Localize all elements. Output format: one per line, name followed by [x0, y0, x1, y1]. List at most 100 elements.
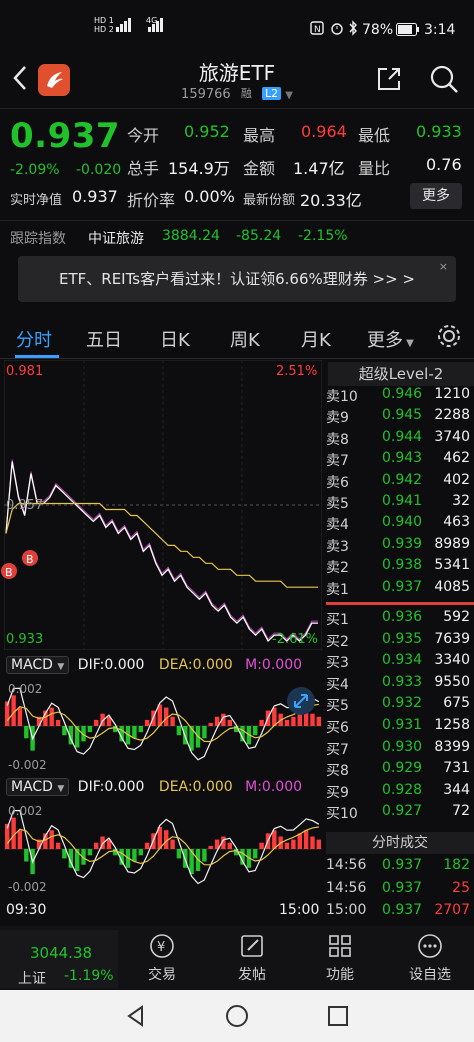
- system-home-button[interactable]: [225, 1004, 249, 1032]
- bid-row[interactable]: 买9 0.928 344: [326, 782, 474, 804]
- nfc-icon: N: [310, 21, 324, 39]
- network-type: 4G: [146, 16, 158, 25]
- ask-row[interactable]: 卖7 0.943 462: [326, 450, 474, 472]
- bid-row[interactable]: 买3 0.934 3340: [326, 652, 474, 674]
- macd-bar: [208, 722, 213, 726]
- ask-row-price: 0.938: [382, 557, 423, 574]
- macd-chart-2[interactable]: [4, 800, 322, 898]
- ask-row[interactable]: 卖9 0.945 2288: [326, 407, 474, 429]
- indicator-selector[interactable]: MACD ▼: [6, 656, 70, 674]
- discount-value: 0.00%: [184, 187, 235, 206]
- tracking-index-name[interactable]: 中证旅游: [88, 228, 144, 248]
- bid-row-price: 0.932: [382, 695, 423, 712]
- bid-row[interactable]: 买10 0.927 72: [326, 803, 474, 825]
- macd-bar: [253, 726, 258, 736]
- macd-ytick-bottom: -0.002: [8, 880, 47, 894]
- tracking-index-change: -85.24: [236, 228, 282, 244]
- tab-5day[interactable]: 五日: [86, 326, 122, 352]
- bid-row[interactable]: 买5 0.932 675: [326, 695, 474, 717]
- ask-row[interactable]: 卖5 0.941 32: [326, 493, 474, 515]
- nav-post[interactable]: 发帖: [222, 932, 282, 984]
- trade-row-qty: 2707: [434, 902, 470, 918]
- intraday-price-chart[interactable]: [4, 360, 322, 650]
- dea-value: DEA:0.000: [158, 657, 233, 673]
- bid-row-price: 0.931: [382, 717, 423, 733]
- search-button[interactable]: [429, 64, 459, 98]
- system-recents-button[interactable]: [327, 1005, 349, 1031]
- caret-down-icon: ▼: [57, 784, 65, 794]
- dif-value: DIF:0.000: [77, 779, 145, 795]
- nav-functions-label: 功能: [326, 967, 354, 983]
- ask-row-price: 0.937: [382, 578, 423, 595]
- nav-trade[interactable]: ¥ 交易: [132, 932, 192, 984]
- macd-header-2: MACD ▼ DIF:0.000 DEA:0.000 M:0.000: [6, 778, 302, 796]
- tab-more[interactable]: 更多 ▼: [367, 326, 414, 352]
- macd-chart-1[interactable]: [4, 678, 322, 774]
- m-value: M:0.000: [245, 779, 303, 795]
- nav-add-watchlist[interactable]: 设自选: [398, 932, 462, 984]
- bid-row[interactable]: 买4 0.933 9550: [326, 674, 474, 696]
- sim-indicator: HD 1 HD 2: [94, 16, 114, 34]
- amount-label: 金额: [243, 159, 276, 178]
- more-circle-icon: [418, 934, 442, 958]
- ask-row-qty: 1210: [434, 386, 470, 402]
- bid-row-price: 0.930: [382, 738, 423, 755]
- more-button[interactable]: 更多: [410, 183, 462, 209]
- macd-bar: [316, 716, 321, 726]
- index-ticker-value: 3044.38: [30, 944, 93, 962]
- trade-icon: ¥: [150, 934, 174, 958]
- trade-row-price: 0.937: [382, 857, 423, 873]
- trade-row[interactable]: 14:56 0.937 25: [326, 880, 474, 902]
- tab-monthly-k[interactable]: 月K: [301, 326, 331, 352]
- bid-row[interactable]: 买8 0.929 731: [326, 760, 474, 782]
- index-ticker[interactable]: 3044.38 上证 -1.19%: [0, 930, 118, 988]
- banner-close-icon[interactable]: ×: [439, 260, 448, 273]
- buy-marker: B: [21, 545, 39, 571]
- trade-row-time: 14:56: [326, 857, 367, 873]
- open-value: 0.952: [184, 122, 230, 141]
- ask-row-qty: 32: [452, 493, 470, 509]
- system-back-button[interactable]: [124, 1004, 148, 1032]
- ask-row[interactable]: 卖4 0.940 463: [326, 514, 474, 536]
- expand-chart-button[interactable]: [286, 686, 316, 720]
- macd-bar: [170, 716, 175, 726]
- orderbook-title[interactable]: 超级Level-2: [328, 362, 474, 386]
- bid-row[interactable]: 买2 0.935 7639: [326, 631, 474, 653]
- indicator-selector[interactable]: MACD ▼: [6, 778, 70, 796]
- ask-row[interactable]: 卖8 0.944 3740: [326, 429, 474, 451]
- bid-row[interactable]: 买1 0.936 592: [326, 609, 474, 631]
- ask-row[interactable]: 卖2 0.938 5341: [326, 557, 474, 579]
- ask-row[interactable]: 卖6 0.942 402: [326, 472, 474, 494]
- trade-row[interactable]: 15:00 0.937 2707: [326, 902, 474, 924]
- tab-weekly-k[interactable]: 周K: [230, 326, 260, 352]
- ask-row-price: 0.940: [382, 514, 423, 531]
- chart-settings-button[interactable]: [436, 323, 462, 353]
- trade-row[interactable]: 14:56 0.937 182: [326, 857, 474, 879]
- share-button[interactable]: [375, 65, 403, 97]
- volume-value: 154.9万: [168, 159, 230, 178]
- bid-row-qty: 9550: [434, 673, 470, 690]
- bid-row[interactable]: 买7 0.930 8399: [326, 739, 474, 761]
- trades-header[interactable]: 分时成交: [326, 832, 474, 854]
- bid-row-qty: 3340: [434, 652, 470, 669]
- macd-bar: [49, 707, 54, 726]
- ask-row[interactable]: 卖3 0.939 8989: [326, 536, 474, 558]
- bid-row-qty: 72: [452, 803, 470, 820]
- bid-row[interactable]: 买6 0.931 1258: [326, 717, 474, 739]
- bid-row-price: 0.928: [382, 781, 423, 798]
- macd-ytick-bottom: -0.002: [8, 758, 47, 772]
- indicator-name: MACD: [11, 779, 53, 795]
- ask-row[interactable]: 卖1 0.937 4085: [326, 579, 474, 601]
- nav-functions[interactable]: 功能: [310, 932, 370, 984]
- discount-label: 折价率: [127, 191, 176, 210]
- promo-banner[interactable]: ETF、REITs客户看过来！认证领6.66%理财券 >> >: [18, 256, 456, 302]
- triangle-back-icon: [127, 1005, 143, 1027]
- square-recents-icon: [328, 1006, 348, 1026]
- high-value: 0.964: [301, 122, 347, 141]
- macd-bar: [49, 830, 54, 849]
- ask-row-qty: 5341: [434, 557, 470, 574]
- ask-row[interactable]: 卖10 0.946 1210: [326, 386, 474, 408]
- tab-intraday[interactable]: 分时: [16, 326, 52, 352]
- nav-add-watchlist-label: 设自选: [409, 967, 451, 983]
- tab-daily-k[interactable]: 日K: [160, 326, 190, 352]
